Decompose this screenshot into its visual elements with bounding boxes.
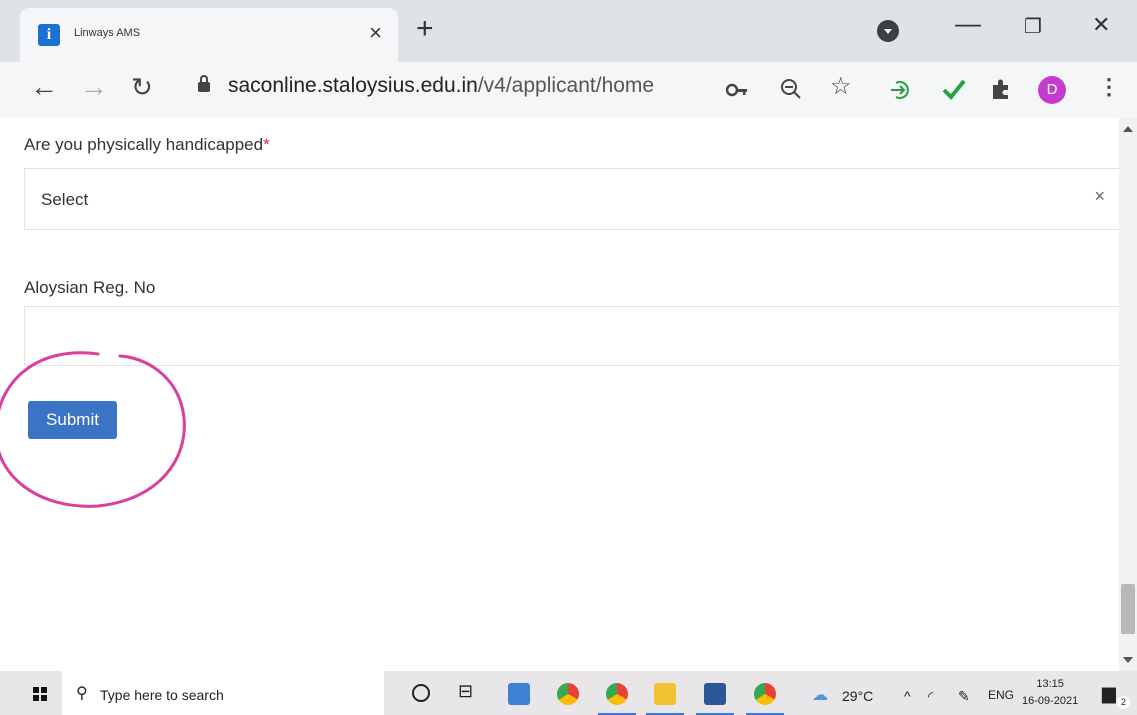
cortana-icon[interactable]	[412, 684, 430, 702]
bookmark-star-icon[interactable]: ☆	[830, 72, 852, 102]
chrome-window-icon[interactable]	[746, 683, 784, 715]
file-explorer-icon[interactable]	[646, 683, 684, 715]
chrome-app-icon[interactable]	[557, 683, 579, 705]
notification-count-badge: 2	[1117, 696, 1130, 709]
new-tab-button[interactable]: +	[416, 14, 434, 44]
handicapped-label: Are you physically handicapped*	[24, 135, 270, 155]
search-icon: ⚲	[76, 685, 88, 702]
taskbar-clock[interactable]: 13:15 16-09-2021	[1022, 676, 1078, 710]
scroll-down-arrow-icon[interactable]	[1123, 657, 1133, 663]
clock-time: 13:15	[1036, 678, 1064, 690]
checkmark-extension-icon[interactable]	[942, 78, 966, 100]
taskbar-search-box[interactable]: ⚲ Type here to search	[62, 671, 384, 715]
browser-menu-icon[interactable]: ⋮	[1098, 72, 1120, 102]
browser-toolbar: ← → ↻ saconline.staloysius.edu.in/v4/app…	[0, 62, 1137, 118]
scrollbar-thumb[interactable]	[1121, 584, 1135, 634]
language-indicator[interactable]: ENG	[988, 688, 1014, 702]
close-window-button[interactable]: ✕	[1092, 12, 1110, 38]
browser-tab[interactable]: i Linways AMS ×	[20, 8, 398, 62]
extensions-puzzle-icon[interactable]	[990, 78, 1012, 100]
linways-favicon-icon: i	[38, 24, 60, 46]
tab-close-icon[interactable]: ×	[369, 20, 382, 46]
extension-arrow-icon[interactable]	[890, 80, 914, 100]
taskbar-search-placeholder: Type here to search	[100, 687, 224, 703]
page-content: Are you physically handicapped* Select ×…	[0, 118, 1119, 671]
browser-tab-strip: i Linways AMS × + — ❐ ✕	[0, 0, 1137, 62]
forward-arrow-icon[interactable]: →	[80, 72, 108, 102]
windows-start-icon[interactable]	[33, 687, 47, 701]
clear-selection-icon[interactable]: ×	[1094, 186, 1105, 207]
wifi-icon[interactable]: ◜	[928, 688, 933, 705]
task-view-icon[interactable]: ⊟	[458, 681, 480, 703]
temperature-text[interactable]: 29°C	[842, 688, 873, 704]
lock-icon[interactable]	[198, 75, 210, 92]
profile-avatar[interactable]: D	[1038, 76, 1066, 104]
reload-icon[interactable]: ↻	[131, 72, 153, 102]
notification-icon[interactable]: ▆	[1102, 683, 1116, 704]
clock-date: 16-09-2021	[1022, 695, 1079, 707]
pen-icon[interactable]: ✎	[958, 688, 970, 705]
zoom-out-icon[interactable]	[780, 78, 802, 100]
chrome-profile-app-icon[interactable]	[598, 683, 636, 715]
url-domain: saconline.staloysius.edu.in	[228, 74, 478, 97]
key-icon[interactable]	[726, 82, 748, 98]
weather-icon[interactable]: ☁	[812, 685, 828, 705]
url-path: /v4/applicant/home	[477, 74, 655, 97]
reg-no-label: Aloysian Reg. No	[24, 278, 156, 297]
word-app-icon[interactable]	[696, 683, 734, 715]
required-asterisk: *	[263, 135, 270, 154]
hand-drawn-circle-annotation	[0, 351, 186, 508]
handicapped-select-value: Select	[41, 190, 89, 209]
vertical-scrollbar[interactable]	[1119, 118, 1137, 671]
tab-search-icon[interactable]	[877, 20, 899, 42]
handicapped-select[interactable]: Select ×	[24, 168, 1119, 230]
back-arrow-icon[interactable]: ←	[30, 72, 58, 102]
show-hidden-icons-icon[interactable]: ^	[904, 688, 911, 704]
restore-button[interactable]: ❐	[1024, 14, 1042, 39]
scroll-up-arrow-icon[interactable]	[1123, 126, 1133, 132]
handicapped-label-text: Are you physically handicapped	[24, 135, 264, 154]
minimize-button[interactable]: —	[955, 8, 981, 39]
windows-taskbar: ⚲ Type here to search ⊟ ☁ 29°C ^ ◜ ✎ ENG…	[0, 671, 1137, 715]
address-bar[interactable]: saconline.staloysius.edu.in/v4/applicant…	[228, 74, 654, 98]
tab-title: Linways AMS	[74, 27, 141, 39]
calculator-app-icon[interactable]	[508, 683, 530, 705]
